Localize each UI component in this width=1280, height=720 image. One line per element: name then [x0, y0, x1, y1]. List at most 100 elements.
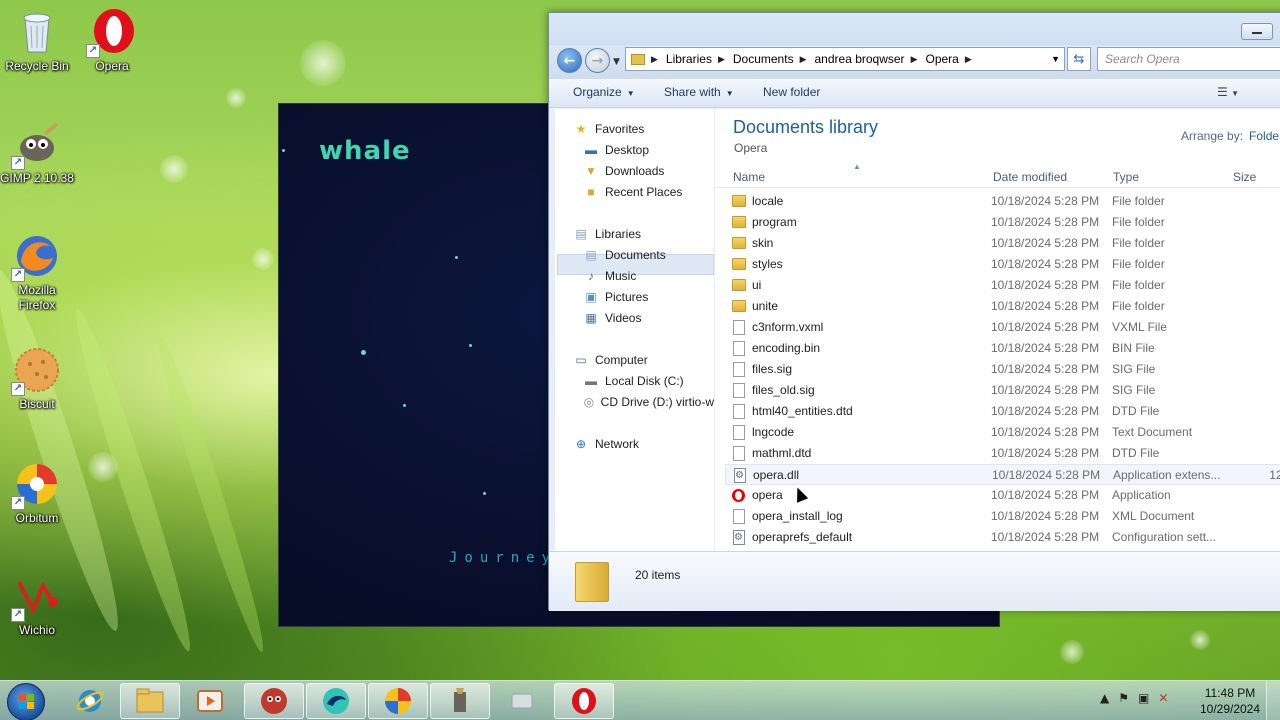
action-center-flag-icon[interactable]: ⚑ [1118, 691, 1129, 705]
libraries-icon: ▤ [575, 227, 587, 241]
start-button[interactable] [7, 683, 45, 720]
desktop-icon-orbitum[interactable]: ↗ Orbitum [0, 460, 74, 526]
table-row[interactable]: opera.dll 10/18/2024 5:28 PM Application e… [725, 464, 1280, 485]
taskbar-app-gray[interactable] [492, 683, 552, 719]
organize-button[interactable]: Organize ▼ [573, 85, 635, 99]
file-icon [733, 509, 745, 524]
nav-recent-places[interactable]: ■ Recent Places [583, 182, 682, 202]
settings-file-icon [734, 468, 746, 483]
nav-downloads[interactable]: ▼ Downloads [583, 161, 664, 181]
breadcrumb-separator[interactable]: ▶ [651, 54, 658, 65]
nav-pictures[interactable]: ▣ Pictures [583, 287, 648, 307]
breadcrumb-separator[interactable]: ▶ [718, 54, 725, 65]
back-button[interactable]: ← [557, 48, 582, 73]
desktop-icon-opera[interactable]: ↗ Opera [75, 8, 149, 74]
file-icon [733, 320, 745, 335]
table-row[interactable]: styles 10/18/2024 5:28 PM File folder [725, 254, 1280, 275]
explorer-window[interactable]: ← → ▼ ▶ Libraries ▶ Documents ▶ andrea b… [548, 12, 1280, 611]
table-row[interactable]: operaprefs_default 10/18/2024 5:28 PM Conf… [725, 527, 1280, 548]
breadcrumb-libraries[interactable]: Libraries [666, 52, 712, 66]
network-icon[interactable]: ▣ [1138, 691, 1149, 705]
new-folder-button[interactable]: New folder [763, 85, 820, 99]
nav-documents[interactable]: ▤ Documents [583, 245, 665, 265]
nav-local-disk[interactable]: ▬ Local Disk (C:) [583, 371, 684, 391]
file-type: DTD File [1112, 446, 1160, 460]
nav-videos[interactable]: ▦ Videos [583, 308, 641, 328]
table-row[interactable]: mathml.dtd 10/18/2024 5:28 PM DTD File 58 [725, 443, 1280, 464]
table-row[interactable]: files_old.sig 10/18/2024 5:28 PM SIG File 2… [725, 380, 1280, 401]
table-row[interactable]: html40_entities.dtd 10/18/2024 5:28 PM DTD… [725, 401, 1280, 422]
taskbar-orbitum[interactable] [368, 683, 428, 719]
table-row[interactable]: files.sig 10/18/2024 5:28 PM SIG File 12 [725, 359, 1280, 380]
column-header-size[interactable]: Size [1233, 170, 1256, 184]
file-icon [733, 404, 745, 419]
breadcrumb-andrea-broqwser[interactable]: andrea broqwser [815, 52, 905, 66]
breadcrumb-opera[interactable]: Opera [925, 52, 958, 66]
view-options-button[interactable]: ☰ ▼ [1217, 85, 1239, 99]
table-row[interactable]: lngcode 10/18/2024 5:28 PM Text Document 4 [725, 422, 1280, 443]
arrange-by[interactable]: Arrange by: Folde [1181, 129, 1279, 143]
taskbar-internet-explorer[interactable] [60, 683, 120, 719]
folder-icon [732, 279, 746, 291]
nav-network[interactable]: ⊕ Network [573, 434, 639, 454]
column-header-date[interactable]: Date modified [993, 170, 1067, 184]
desktop-icon-firefox[interactable]: ↗ Mozilla Firefox [0, 232, 74, 313]
refresh-button[interactable]: ⇆ [1067, 47, 1091, 71]
share-with-button[interactable]: Share with ▼ [664, 85, 734, 99]
file-type: File folder [1112, 257, 1165, 271]
breadcrumb-separator[interactable]: ▶ [911, 54, 918, 65]
title-bar[interactable] [549, 13, 1280, 45]
details-pane: 20 items [549, 551, 1280, 611]
column-header-name[interactable]: Name [733, 170, 765, 184]
nav-favorites[interactable]: ★ Favorites [573, 119, 645, 139]
explorer-folder-icon [136, 688, 164, 713]
internet-explorer-icon [76, 690, 104, 712]
taskbar-whale[interactable] [306, 683, 366, 719]
file-date: 10/18/2024 5:28 PM [991, 236, 1100, 250]
breadcrumb-documents[interactable]: Documents [733, 52, 794, 66]
arrange-by-value[interactable]: Folde [1249, 129, 1279, 143]
column-header-type[interactable]: Type [1113, 170, 1139, 184]
table-row[interactable]: ui 10/18/2024 5:28 PM File folder [725, 275, 1280, 296]
taskbar-opera[interactable] [554, 683, 614, 719]
table-row[interactable]: opera 10/18/2024 5:28 PM Application 920 [725, 485, 1280, 506]
nav-computer[interactable]: ▭ Computer [573, 350, 647, 370]
desktop-icon-recycle-bin[interactable]: Recycle Bin [0, 8, 74, 74]
file-name: mathml.dtd [752, 446, 812, 460]
taskbar-media-player[interactable] [180, 683, 240, 719]
taskbar-app-brush[interactable] [430, 683, 490, 719]
table-row[interactable]: unite 10/18/2024 5:28 PM File folder [725, 296, 1280, 317]
nav-music[interactable]: ♪ Music [583, 266, 636, 286]
breadcrumb-separator[interactable]: ▶ [800, 54, 807, 65]
taskbar-app-red[interactable] [244, 683, 304, 719]
table-row[interactable]: c3nform.vxml 10/18/2024 5:28 PM VXML File 1 [725, 317, 1280, 338]
nav-label: Libraries [595, 227, 642, 241]
clock[interactable]: 11:48 PM 10/29/2024 [1196, 685, 1264, 717]
desktop-icon-wichio[interactable]: ↗ Wichio [0, 572, 74, 638]
address-dropdown-icon[interactable]: ▼ [1051, 54, 1060, 64]
nav-libraries[interactable]: ▤ Libraries [573, 224, 641, 244]
volume-muted-icon[interactable]: ✕ [1158, 691, 1168, 705]
taskbar-windows-explorer[interactable] [120, 683, 180, 719]
file-date: 10/18/2024 5:28 PM [991, 194, 1100, 208]
nav-cd-drive[interactable]: ◎ CD Drive (D:) virtio-w [583, 392, 714, 412]
show-desktop-button[interactable] [1266, 681, 1280, 720]
breadcrumb-separator[interactable]: ▶ [965, 54, 972, 65]
table-row[interactable]: locale 10/18/2024 5:28 PM File folder [725, 191, 1280, 212]
biscuit-icon: ↗ [11, 346, 61, 396]
show-hidden-icons-icon[interactable]: ▲ [1100, 691, 1109, 705]
table-row[interactable]: encoding.bin 10/18/2024 5:28 PM BIN File 51… [725, 338, 1280, 359]
desktop-icon-gimp[interactable]: ↗ GIMP 2.10.38 [0, 120, 74, 186]
desktop-icon-biscuit[interactable]: ↗ Biscuit [0, 346, 74, 412]
forward-button[interactable]: → [585, 48, 610, 73]
address-bar[interactable]: ▶ Libraries ▶ Documents ▶ andrea broqwse… [625, 47, 1065, 71]
gimp-icon [454, 688, 466, 712]
table-row[interactable]: skin 10/18/2024 5:28 PM File folder [725, 233, 1280, 254]
recent-pages-dropdown[interactable]: ▼ [613, 57, 620, 67]
table-row[interactable]: opera_install_log 10/18/2024 5:28 PM XML D… [725, 506, 1280, 527]
minimize-button[interactable] [1241, 23, 1273, 40]
table-row[interactable]: program 10/18/2024 5:28 PM File folder [725, 212, 1280, 233]
folder-icon [631, 53, 645, 65]
nav-desktop[interactable]: ▬ Desktop [583, 140, 649, 160]
search-input[interactable] [1097, 47, 1280, 71]
